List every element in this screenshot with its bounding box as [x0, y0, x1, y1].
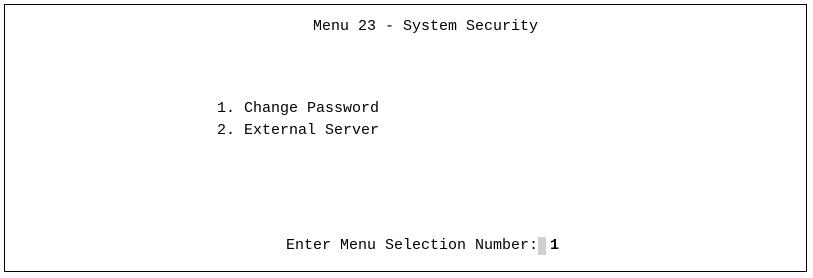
text-cursor	[538, 237, 547, 255]
menu-selection-field[interactable]: 1	[550, 237, 569, 255]
selection-prompt-label: Enter Menu Selection Number:	[286, 237, 539, 254]
menu-item-external-server[interactable]: 2. External Server	[217, 120, 379, 142]
menu-list: 1. Change Password 2. External Server	[217, 98, 379, 142]
terminal-window: Menu 23 - System Security 1. Change Pass…	[4, 4, 807, 272]
menu-title: Menu 23 - System Security	[313, 18, 539, 35]
selection-prompt: Enter Menu Selection Number: 1	[286, 237, 569, 255]
menu-item-change-password[interactable]: 1. Change Password	[217, 98, 379, 120]
